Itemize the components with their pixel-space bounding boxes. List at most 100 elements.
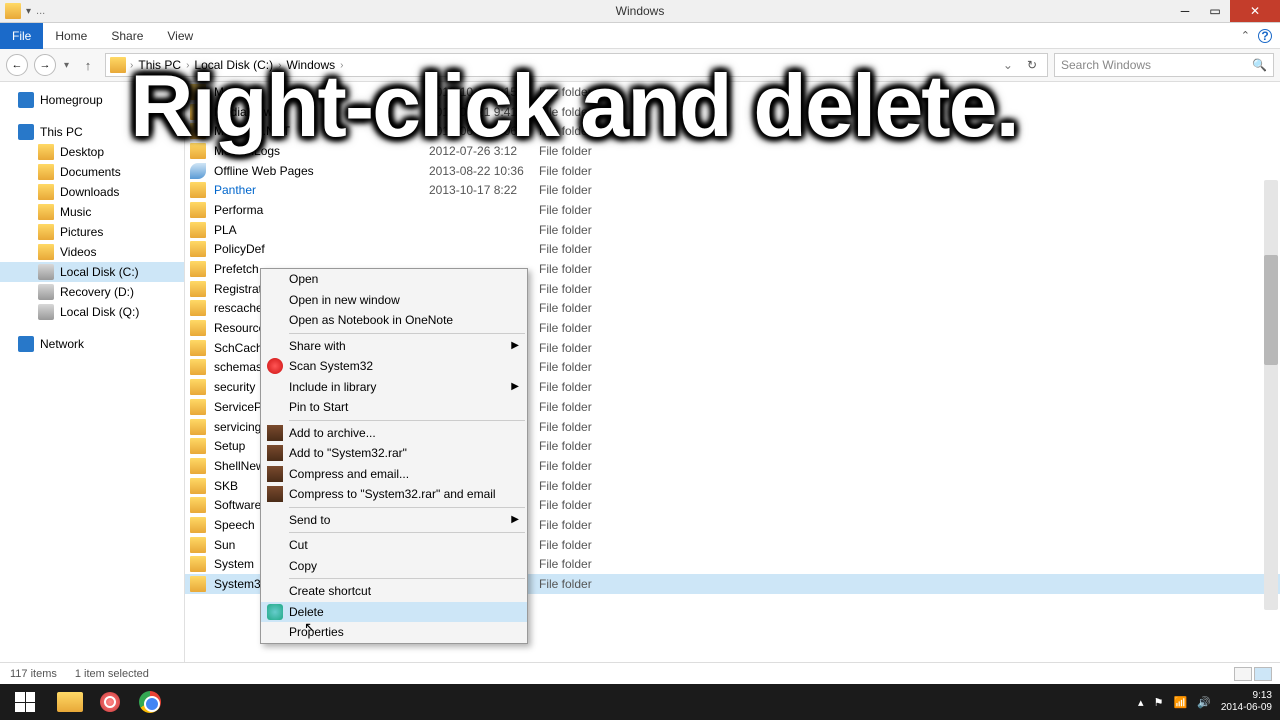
folder-icon [190, 320, 206, 336]
folder-icon [57, 692, 83, 712]
file-type: File folder [539, 400, 592, 414]
folder-icon [190, 241, 206, 257]
start-button[interactable] [0, 684, 50, 720]
refresh-icon[interactable]: ↻ [1021, 58, 1043, 72]
folder-icon [190, 281, 206, 297]
file-row[interactable]: PerformaFile folder [185, 200, 1280, 220]
sidebar-item-pictures[interactable]: Pictures [0, 222, 184, 242]
folder-icon [190, 497, 206, 513]
up-button[interactable]: ↑ [77, 54, 99, 76]
ctx-copy[interactable]: Copy [261, 556, 527, 577]
folder-icon [190, 458, 206, 474]
history-dropdown[interactable]: ▾ [62, 60, 71, 71]
ctx-include-library[interactable]: Include in library▶ [261, 377, 527, 398]
maximize-button[interactable]: ▭ [1200, 0, 1230, 22]
ctx-open-new-window[interactable]: Open in new window [261, 290, 527, 311]
tray-up-icon[interactable]: ▴ [1138, 696, 1144, 709]
folder-icon [190, 419, 206, 435]
overlay-text: Right-click and delete. [130, 55, 1018, 157]
folder-icon [38, 184, 54, 200]
submenu-arrow-icon: ▶ [511, 514, 519, 525]
help-icon[interactable]: ? [1258, 29, 1272, 43]
sidebar-item-local-c[interactable]: Local Disk (C:) [0, 262, 184, 282]
search-icon[interactable]: 🔍 [1252, 58, 1267, 72]
file-row[interactable]: PLAFile folder [185, 220, 1280, 240]
scroll-thumb[interactable] [1264, 255, 1278, 365]
sidebar-item-local-q[interactable]: Local Disk (Q:) [0, 302, 184, 322]
cursor-icon: ↖ [304, 619, 316, 636]
ctx-compress-rar-email[interactable]: Compress to "System32.rar" and email [261, 484, 527, 505]
ctx-scan[interactable]: Scan System32 [261, 356, 527, 377]
scrollbar[interactable] [1264, 180, 1278, 610]
ctx-compress-email[interactable]: Compress and email... [261, 464, 527, 485]
file-type: File folder [539, 557, 592, 571]
folder-icon [38, 244, 54, 260]
file-type: File folder [539, 282, 592, 296]
sidebar-item-music[interactable]: Music [0, 202, 184, 222]
ctx-add-archive[interactable]: Add to archive... [261, 423, 527, 444]
network-icon [18, 336, 34, 352]
titlebar: ▾ ... Windows ─ ▭ ✕ [0, 0, 1280, 23]
folder-icon [190, 517, 206, 533]
ctx-open[interactable]: Open [261, 269, 527, 290]
window-title: Windows [616, 4, 665, 18]
file-name: Panther [214, 183, 429, 197]
view-details-icon[interactable] [1234, 667, 1252, 681]
minimize-button[interactable]: ─ [1170, 0, 1200, 22]
folder-icon [190, 537, 206, 553]
folder-icon [38, 204, 54, 220]
drive-icon [38, 264, 54, 280]
file-type: File folder [539, 301, 592, 315]
sidebar-item-documents[interactable]: Documents [0, 162, 184, 182]
taskbar-chrome[interactable] [130, 684, 170, 720]
folder-icon [190, 576, 206, 592]
ctx-properties[interactable]: Properties [261, 622, 527, 643]
view-icons-icon[interactable] [1254, 667, 1272, 681]
file-type: File folder [539, 262, 592, 276]
forward-button[interactable]: → [34, 54, 56, 76]
sidebar-item-recovery-d[interactable]: Recovery (D:) [0, 282, 184, 302]
ctx-pin-start[interactable]: Pin to Start [261, 397, 527, 418]
system-tray[interactable]: ▴ ⚑ 📶 🔊 9:13 2014-06-09 [1138, 690, 1272, 714]
file-type: File folder [539, 164, 592, 178]
ctx-add-rar[interactable]: Add to "System32.rar" [261, 443, 527, 464]
file-row[interactable]: Panther2013-10-17 8:22File folder [185, 180, 1280, 200]
file-name: PolicyDef [214, 242, 429, 256]
ctx-create-shortcut[interactable]: Create shortcut [261, 581, 527, 602]
close-button[interactable]: ✕ [1230, 0, 1280, 22]
folder-icon [190, 438, 206, 454]
search-input[interactable]: Search Windows 🔍 [1054, 53, 1274, 77]
submenu-arrow-icon: ▶ [511, 381, 519, 392]
file-type: File folder [539, 538, 592, 552]
taskbar-explorer[interactable] [50, 684, 90, 720]
file-row[interactable]: PolicyDefFile folder [185, 240, 1280, 260]
taskbar-app[interactable] [90, 684, 130, 720]
ctx-onenote[interactable]: Open as Notebook in OneNote [261, 310, 527, 331]
folder-icon [190, 399, 206, 415]
file-tab[interactable]: File [0, 23, 43, 49]
folder-icon [190, 359, 206, 375]
file-type: File folder [539, 479, 592, 493]
home-tab[interactable]: Home [43, 24, 99, 48]
tray-clock[interactable]: 9:13 2014-06-09 [1221, 690, 1272, 714]
ctx-delete[interactable]: Delete [261, 602, 527, 623]
ctx-cut[interactable]: Cut [261, 535, 527, 556]
ctx-send-to[interactable]: Send to▶ [261, 510, 527, 531]
sidebar-item-downloads[interactable]: Downloads [0, 182, 184, 202]
view-tab[interactable]: View [155, 24, 205, 48]
share-tab[interactable]: Share [99, 24, 155, 48]
tray-network-icon[interactable]: 📶 [1173, 696, 1187, 709]
file-type: File folder [539, 439, 592, 453]
sidebar-item-videos[interactable]: Videos [0, 242, 184, 262]
quick-access-dd[interactable]: ▾ [26, 6, 31, 17]
tray-flag-icon[interactable]: ⚑ [1154, 696, 1164, 709]
ctx-share-with[interactable]: Share with▶ [261, 336, 527, 357]
file-row[interactable]: Offline Web Pages2013-08-22 10:36File fo… [185, 161, 1280, 181]
context-menu: Open Open in new window Open as Notebook… [260, 268, 528, 644]
back-button[interactable]: ← [6, 54, 28, 76]
ribbon-collapse-icon[interactable]: ⌃ [1241, 29, 1250, 42]
sidebar-item-network[interactable]: Network [0, 334, 184, 354]
file-type: File folder [539, 360, 592, 374]
tray-volume-icon[interactable]: 🔊 [1197, 696, 1211, 709]
folder-icon [190, 379, 206, 395]
